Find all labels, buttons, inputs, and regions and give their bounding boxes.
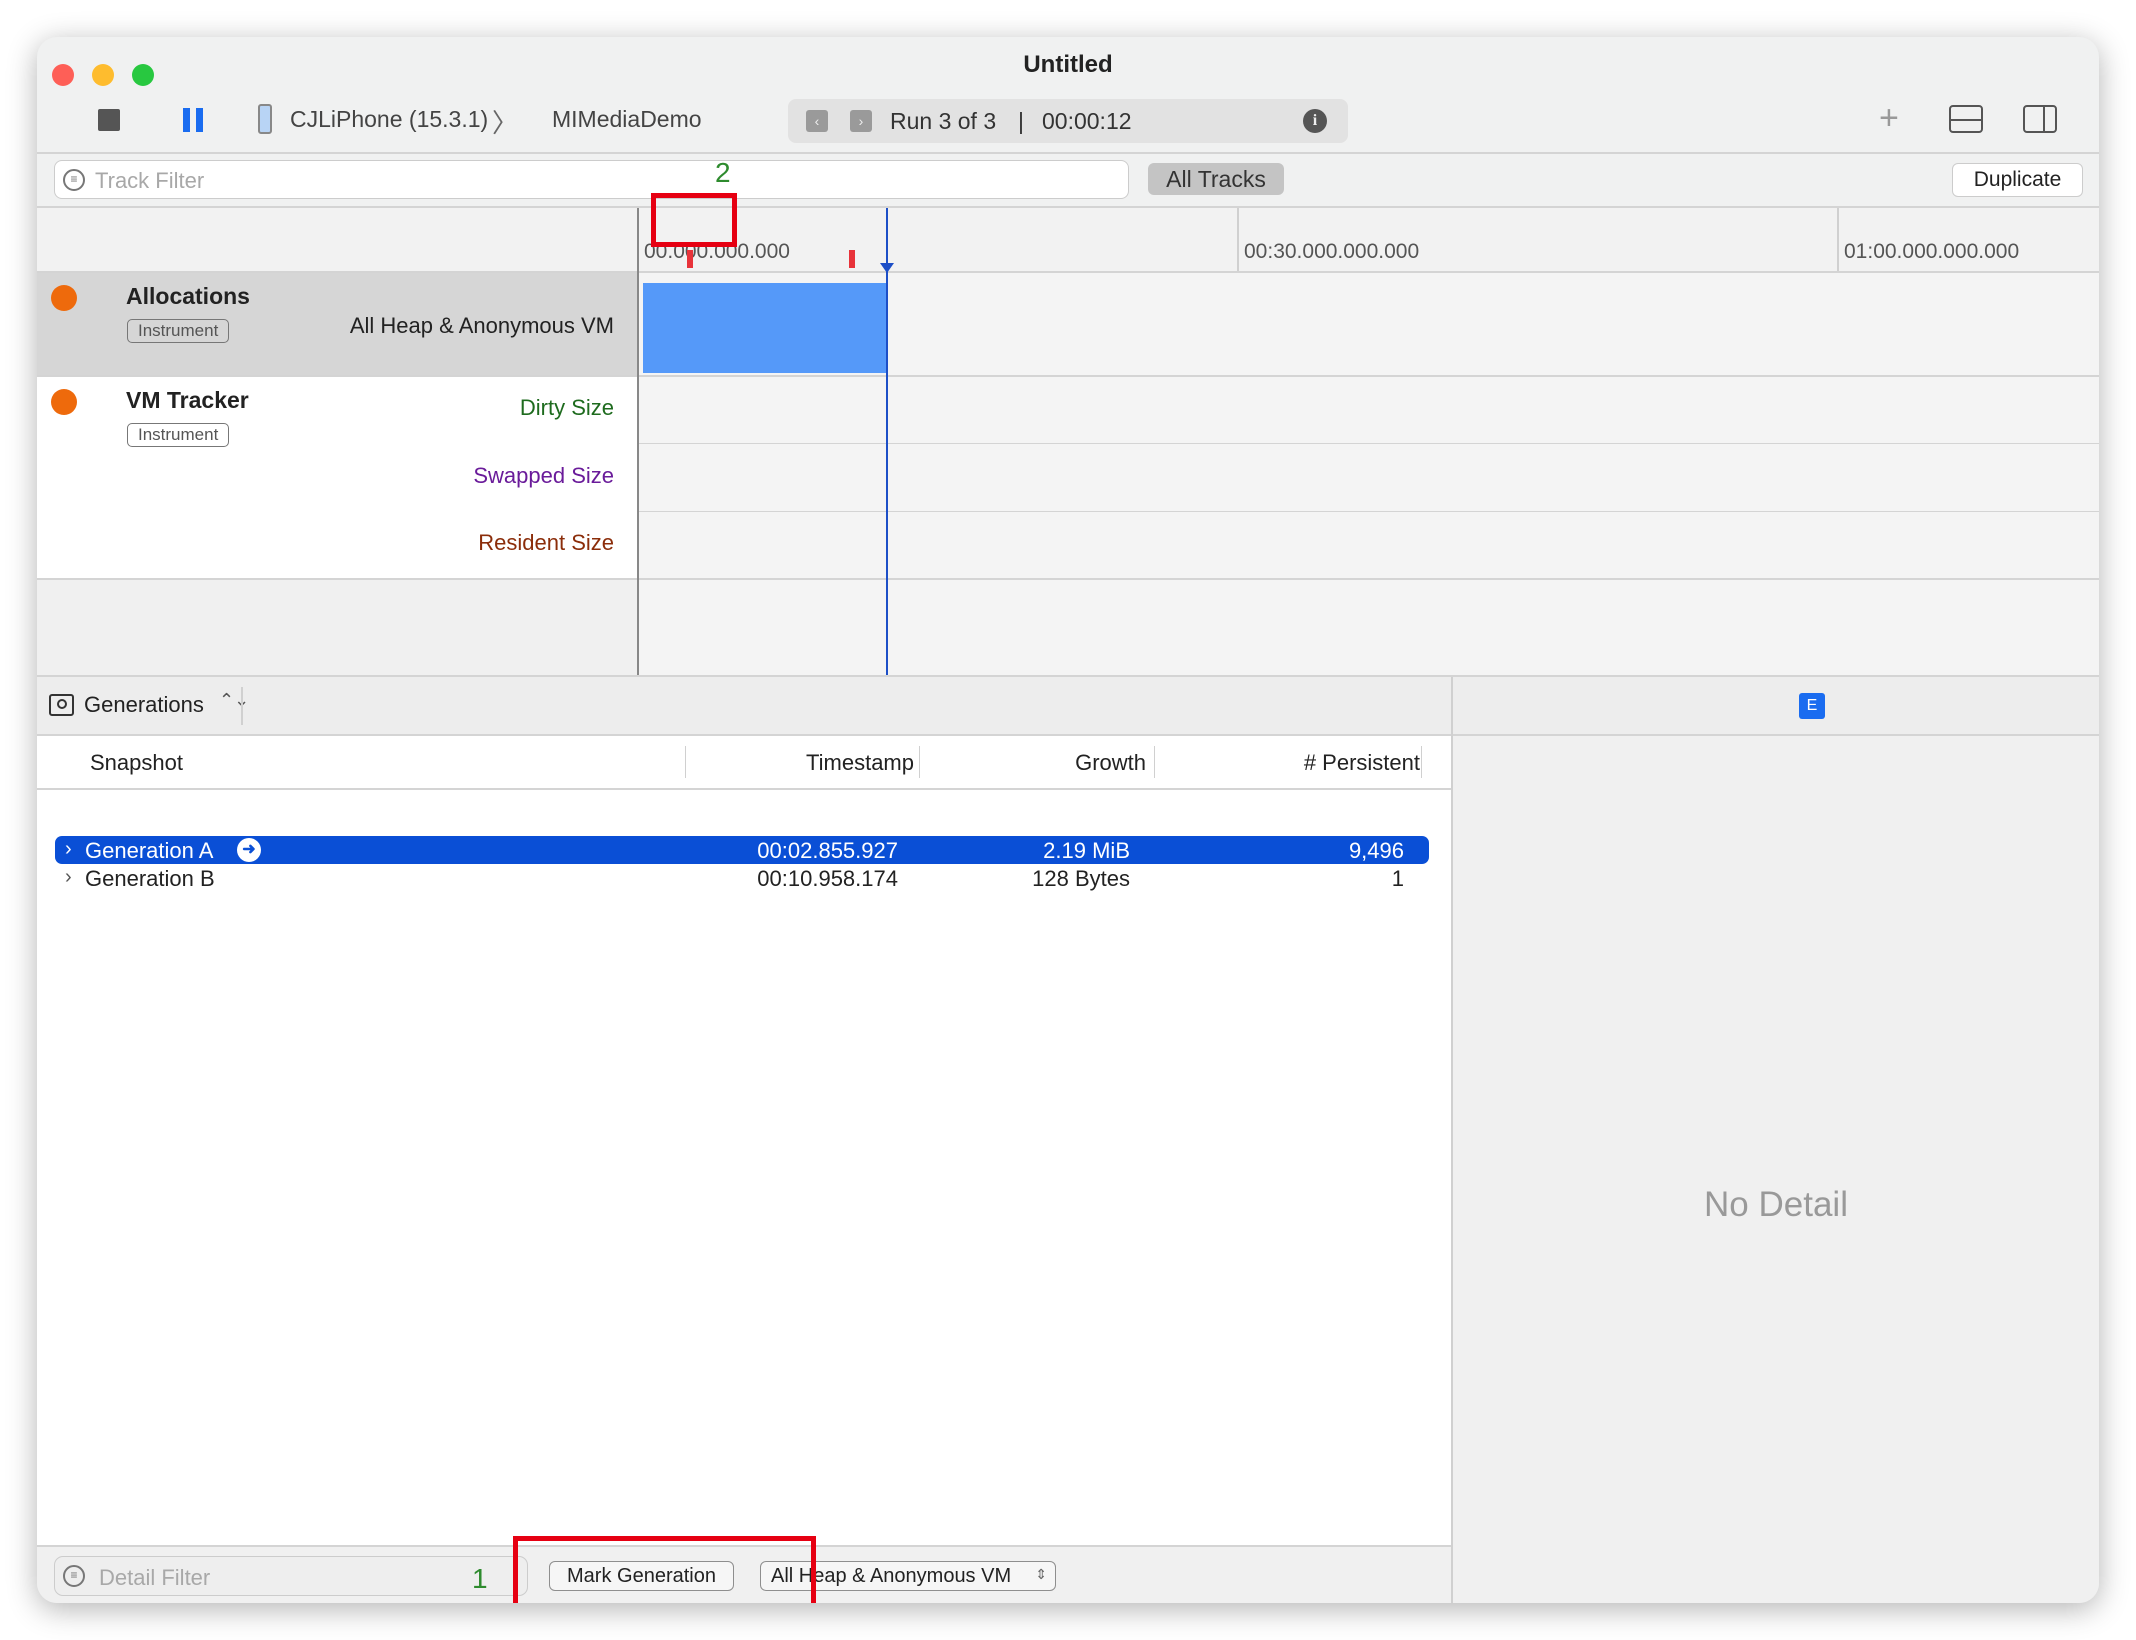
annotation-label-2: 2	[715, 157, 731, 188]
column-snapshot[interactable]: Snapshot	[90, 750, 183, 776]
cell-growth: 128 Bytes	[1032, 866, 1130, 891]
add-instrument-icon[interactable]: +	[1879, 99, 1899, 138]
track-filter-placeholder: Track Filter	[95, 168, 205, 193]
inspector-header: E	[1453, 677, 2099, 734]
up-down-chevron-icon[interactable]: ⌃⌄	[219, 690, 249, 711]
column-separator	[685, 746, 686, 778]
flag-icon[interactable]	[687, 250, 693, 268]
instrument-badge[interactable]: Instrument	[127, 319, 230, 343]
track-vm-tracker[interactable]: VM Tracker Instrument Dirty Size Swapped…	[37, 377, 637, 580]
playhead-marker-icon[interactable]	[880, 263, 894, 273]
detail-navigation-bar: Generations ⌃⌄	[37, 677, 1451, 734]
instruments-window: Untitled CJLiPhone (15.3.1) 〉 MIMediaDem…	[37, 37, 2099, 1603]
elapsed-time: 00:00:12	[1042, 108, 1132, 134]
cell-timestamp: 00:02.855.927	[757, 838, 898, 863]
series-dirty-size: Dirty Size	[519, 395, 614, 420]
allocation-fill	[643, 283, 887, 373]
cell-snapshot: Generation B	[85, 866, 215, 891]
playhead[interactable]	[886, 208, 888, 675]
annotation-box-mark-generation	[513, 1536, 816, 1603]
cell-persistent: 1	[1391, 866, 1404, 891]
ruler-label-60s: 01:00.000.000.000	[1844, 240, 2020, 263]
instrument-badge[interactable]: Instrument	[127, 423, 230, 447]
table-header: Snapshot Timestamp Growth # Persistent	[37, 736, 1451, 788]
table-row[interactable]: › Generation B 00:10.958.174 128 Bytes 1	[55, 864, 1429, 892]
ruler-label-30s: 00:30.000.000.000	[1244, 240, 1420, 263]
inspector-pane: No Detail	[1453, 736, 2099, 1603]
toggle-inspector-icon[interactable]	[2023, 105, 2057, 133]
column-growth[interactable]: Growth	[1075, 750, 1146, 776]
all-tracks-button[interactable]: All Tracks	[1148, 163, 1284, 195]
major-tick	[1837, 208, 1839, 272]
column-separator	[919, 746, 920, 778]
series-resident-size: Resident Size	[478, 530, 614, 555]
divider	[639, 511, 2099, 512]
extended-detail-tab[interactable]: E	[1799, 693, 1825, 719]
view-selector[interactable]: Generations	[84, 692, 204, 718]
divider	[37, 788, 1451, 790]
empty-track-area	[639, 580, 2099, 675]
detail-filter-placeholder: Detail Filter	[99, 1565, 211, 1590]
generations-table: Snapshot Timestamp Growth # Persistent ›…	[37, 736, 1451, 1584]
flag-icon[interactable]	[849, 250, 855, 268]
table-row[interactable]: › Generation A ➜ 00:02.855.927 2.19 MiB …	[55, 836, 1429, 864]
vm-tracker-graph[interactable]	[639, 377, 2099, 580]
cell-persistent: 9,496	[1348, 838, 1404, 863]
track-name: Allocations	[126, 283, 250, 309]
time-ruler[interactable]: 00.000.000.000 00:30.000.000.000 01:00.0…	[37, 208, 2099, 272]
major-tick	[1237, 208, 1239, 272]
column-persistent[interactable]: # Persistent	[1304, 750, 1420, 776]
run-navigator: ‹ › Run 3 of 3 | 00:00:12 i	[788, 99, 1348, 143]
column-separator	[1421, 746, 1422, 778]
annotation-box-flags	[651, 193, 737, 247]
track-name: VM Tracker	[126, 387, 249, 413]
empty-track-area	[37, 580, 637, 675]
track-filter-input[interactable]: ≡ Track Filter	[54, 160, 1129, 199]
series-swapped-size: Swapped Size	[473, 463, 614, 488]
info-icon[interactable]: i	[1303, 109, 1327, 133]
track-allocations[interactable]: Allocations Instrument All Heap & Anonym…	[37, 273, 637, 375]
allocations-graph[interactable]	[639, 273, 2099, 375]
camera-icon	[49, 694, 74, 716]
filter-icon: ≡	[63, 1565, 85, 1587]
divider	[639, 443, 2099, 444]
run-separator: |	[1018, 108, 1024, 134]
up-down-chevron-icon: ⇕	[1035, 1566, 1047, 1582]
filter-icon: ≡	[63, 169, 85, 191]
run-label: Run 3 of 3	[890, 108, 997, 134]
disclosure-chevron-icon[interactable]: ›	[65, 866, 72, 889]
stop-icon[interactable]	[98, 109, 120, 131]
cell-snapshot: Generation A	[85, 838, 214, 863]
cell-timestamp: 00:10.958.174	[757, 866, 898, 891]
cell-growth: 2.19 MiB	[1043, 838, 1130, 863]
pause-icon[interactable]	[183, 108, 203, 132]
divider	[37, 152, 2099, 154]
chevron-right-icon: 〉	[492, 108, 519, 138]
annotation-label-1: 1	[472, 1563, 488, 1594]
vm-tracker-icon	[51, 389, 77, 415]
iphone-icon	[258, 104, 272, 134]
disclosure-chevron-icon[interactable]: ›	[65, 838, 72, 861]
previous-run-button[interactable]: ‹	[806, 110, 828, 132]
focus-arrow-icon[interactable]: ➜	[237, 838, 261, 862]
allocations-icon	[51, 285, 77, 311]
device-selector[interactable]: CJLiPhone (15.3.1)	[290, 106, 488, 133]
duplicate-button[interactable]: Duplicate	[1952, 163, 2083, 197]
next-run-button[interactable]: ›	[850, 110, 872, 132]
toggle-detail-pane-icon[interactable]	[1949, 105, 1983, 133]
no-detail-label: No Detail	[1704, 1185, 1848, 1224]
column-separator	[1154, 746, 1155, 778]
target-app-selector[interactable]: MIMediaDemo	[552, 106, 702, 133]
divider	[241, 687, 243, 725]
window-title: Untitled	[1023, 51, 1113, 78]
series-label: All Heap & Anonymous VM	[349, 313, 614, 338]
track-divider	[637, 208, 639, 675]
detail-filter-input[interactable]: ≡ Detail Filter 1	[54, 1556, 528, 1596]
column-timestamp[interactable]: Timestamp	[806, 750, 914, 776]
